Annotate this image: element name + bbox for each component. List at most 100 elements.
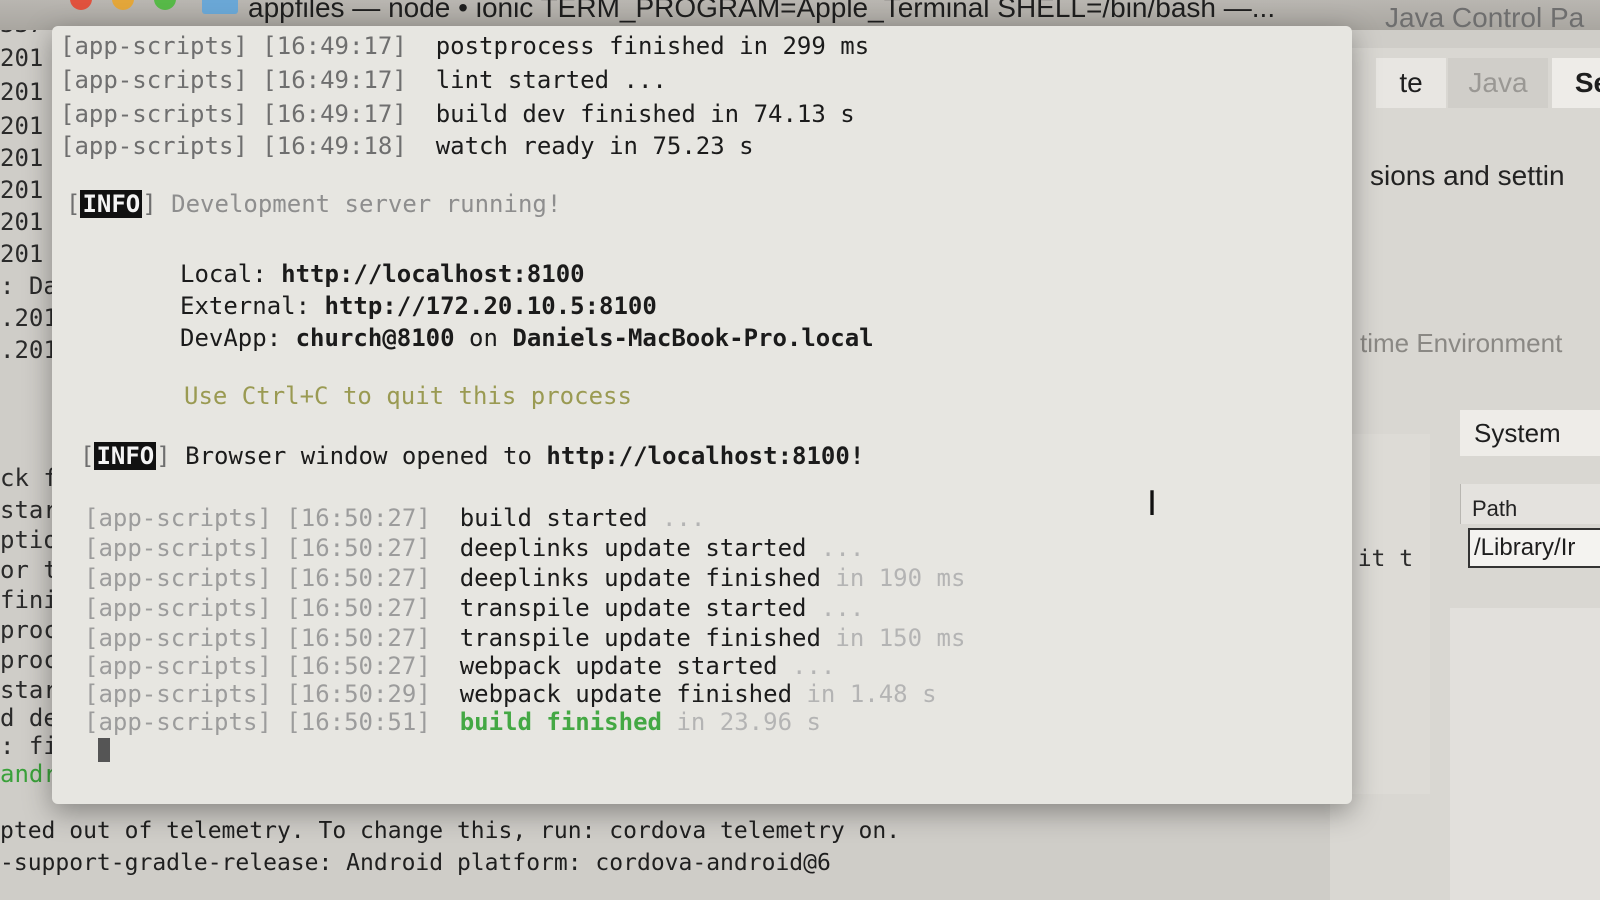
bg-left-line: : Da	[0, 272, 58, 300]
bg-left-line: 201	[0, 78, 44, 106]
log-line: [app-scripts] [16:50:27] build started .…	[84, 504, 705, 532]
log-line: [app-scripts] [16:49:17] postprocess fin…	[60, 32, 869, 60]
log-tag: [app-scripts] [16:50:27]	[84, 624, 431, 652]
log-message: transpile update started	[459, 594, 807, 622]
info-line: [INFO] Development server running!	[66, 190, 562, 218]
text-cursor-icon: I	[1147, 484, 1158, 524]
bg-left-line: star	[0, 496, 58, 524]
local-label: Local:	[180, 260, 267, 288]
log-line: [app-scripts] [16:50:27] transpile updat…	[84, 594, 864, 622]
log-extra: in 75.23 s	[609, 132, 754, 160]
log-tag: [app-scripts] [16:49:17]	[60, 66, 407, 94]
log-message: webpack update finished	[459, 680, 793, 708]
java-table-body	[1450, 608, 1600, 900]
info-message: Browser window opened to	[185, 442, 532, 470]
log-extra: in 1.48 s	[806, 680, 937, 708]
bg-left-line: 201	[0, 208, 44, 236]
minimize-button[interactable]	[112, 0, 134, 10]
java-description: sions and settin	[1370, 160, 1565, 191]
java-runtime-label: time Environment	[1360, 328, 1563, 358]
log-tag: [app-scripts] [16:49:17]	[60, 100, 407, 128]
log-extra: in 150 ms	[835, 624, 966, 652]
devapp-host: Daniels-MacBook-Pro.local	[512, 324, 874, 352]
log-extra: in 299 ms	[739, 32, 870, 60]
log-extra: in 190 ms	[835, 564, 966, 592]
bg-left-line: .201	[0, 336, 58, 364]
other-window-title: Java Control Pa	[1385, 2, 1585, 30]
log-extra: ...	[820, 594, 865, 622]
log-tag: [app-scripts] [16:50:51]	[84, 708, 431, 736]
bg-bottom-line: pted out of telemetry. To change this, r…	[0, 818, 901, 844]
info-line: [INFO] Browser window opened to http://l…	[80, 442, 865, 470]
devapp-label: DevApp:	[180, 324, 282, 352]
close-button[interactable]	[70, 0, 92, 10]
bg-left-line: 201	[0, 144, 44, 172]
window-title: appfiles — node • ionic TERM_PROGRAM=App…	[248, 0, 1276, 23]
log-line: [app-scripts] [16:50:27] webpack update …	[84, 652, 835, 680]
log-line: [app-scripts] [16:49:17] lint started ..…	[60, 66, 667, 94]
devapp-on: on	[469, 324, 498, 352]
java-tabs: te Java Se	[1330, 58, 1600, 108]
log-message: deeplinks update finished	[459, 564, 821, 592]
log-line: [app-scripts] [16:49:17] build dev finis…	[60, 100, 855, 128]
bg-left-line: 201	[0, 112, 44, 140]
log-tag: [app-scripts] [16:49:18]	[60, 132, 407, 160]
server-devapp-line: DevApp: church@8100 on Daniels-MacBook-P…	[180, 324, 874, 352]
terminal-window[interactable]: [app-scripts] [16:49:17] postprocess fin…	[52, 26, 1352, 804]
zoom-button[interactable]	[154, 0, 176, 10]
log-message: transpile update finished	[459, 624, 821, 652]
log-message: build started	[459, 504, 648, 532]
tab-java[interactable]: Java	[1448, 58, 1548, 108]
log-extra: ...	[792, 652, 836, 680]
path-cell[interactable]: /Library/Ir	[1468, 528, 1600, 568]
info-badge: INFO	[94, 442, 157, 470]
log-extra: ...	[661, 504, 706, 532]
path-column-header[interactable]: Path	[1472, 496, 1517, 522]
bg-left-line: .201	[0, 304, 58, 332]
server-external-line: External: http://172.20.10.5:8100	[180, 292, 657, 320]
folder-icon	[202, 0, 238, 14]
log-message: postprocess finished	[435, 32, 725, 60]
log-message: build finished	[459, 708, 662, 736]
log-line: [app-scripts] [16:50:51] build finished …	[84, 708, 821, 736]
info-suffix: !	[849, 442, 865, 470]
log-extra: ...	[820, 534, 865, 562]
log-message: deeplinks update started	[459, 534, 807, 562]
browser-url[interactable]: http://localhost:8100	[546, 442, 849, 470]
bg-left-line: 201	[0, 176, 44, 204]
tab-system[interactable]: System	[1460, 410, 1600, 456]
devapp-value: church@8100	[295, 324, 455, 352]
external-label: External:	[180, 292, 311, 320]
log-message: webpack update started	[459, 652, 778, 680]
log-message: watch ready	[435, 132, 595, 160]
terminal-cursor	[98, 738, 110, 762]
log-extra: in 74.13 s	[710, 100, 855, 128]
tab-security[interactable]: Se	[1552, 58, 1600, 108]
log-line: [app-scripts] [16:50:27] deeplinks updat…	[84, 564, 965, 592]
log-line: [app-scripts] [16:50:27] deeplinks updat…	[84, 534, 864, 562]
log-tag: [app-scripts] [16:50:27]	[84, 504, 431, 532]
bg-left-line: 201	[0, 240, 44, 268]
bg-left-line: fini	[0, 586, 58, 614]
log-message: build dev finished	[435, 100, 696, 128]
bg-left-line: star	[0, 676, 58, 704]
java-control-panel-window: te Java Se sions and settin time Environ…	[1330, 48, 1600, 900]
log-tag: [app-scripts] [16:50:27]	[84, 534, 431, 562]
log-extra: in 23.96 s	[676, 708, 821, 736]
info-badge: INFO	[80, 190, 143, 218]
quit-hint: Use Ctrl+C to quit this process	[184, 382, 632, 410]
bg-bottom-line: -support-gradle-release: Android platfor…	[0, 850, 831, 876]
log-tag: [app-scripts] [16:50:27]	[84, 652, 431, 680]
tab-update[interactable]: te	[1376, 58, 1446, 108]
log-tag: [app-scripts] [16:50:27]	[84, 564, 431, 592]
local-url[interactable]: http://localhost:8100	[281, 260, 584, 288]
info-message: Development server running!	[171, 190, 562, 218]
external-url[interactable]: http://172.20.10.5:8100	[325, 292, 657, 320]
log-line: [app-scripts] [16:49:18] watch ready in …	[60, 132, 754, 160]
log-line: [app-scripts] [16:50:27] transpile updat…	[84, 624, 965, 652]
log-tag: [app-scripts] [16:49:17]	[60, 32, 407, 60]
bg-left-line: ck f	[0, 464, 58, 492]
server-local-line: Local: http://localhost:8100	[180, 260, 585, 288]
log-line: [app-scripts] [16:50:29] webpack update …	[84, 680, 937, 708]
log-message: lint started ...	[435, 66, 667, 94]
